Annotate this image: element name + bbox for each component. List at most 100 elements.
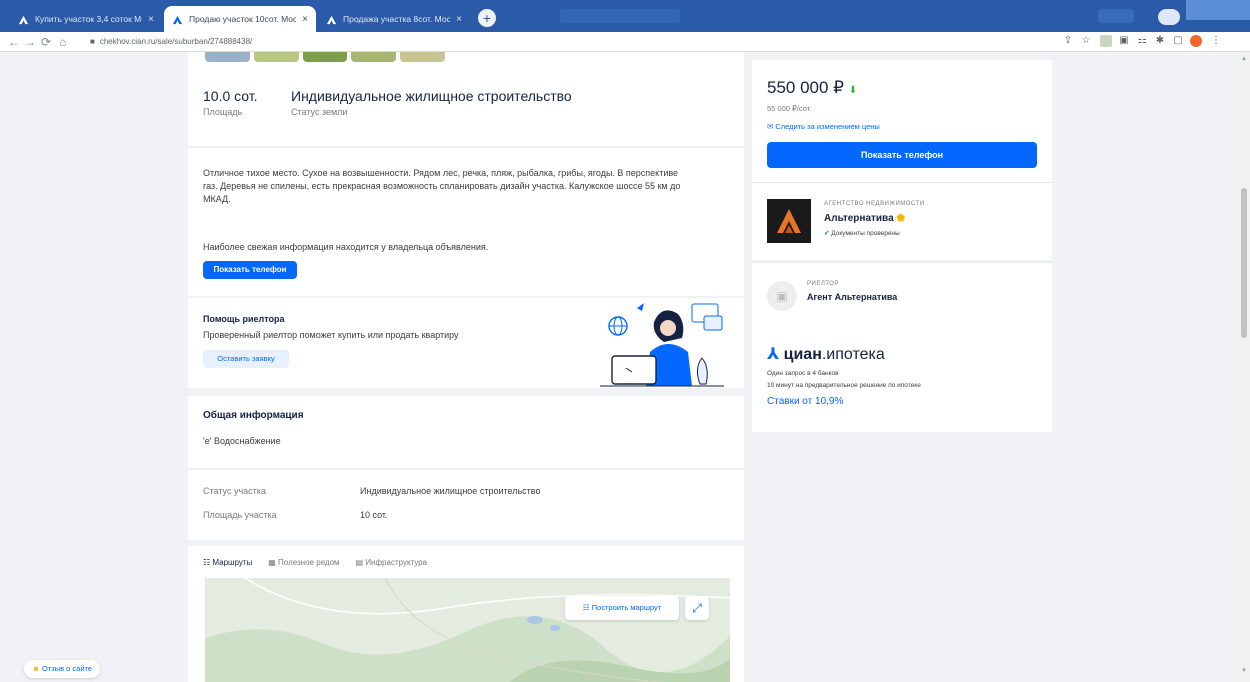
photo-thumbnail[interactable] xyxy=(400,52,445,62)
back-arrow-icon[interactable]: ← xyxy=(8,33,20,51)
realtor-card: ▣ РИЕЛТОР Агент Альтернатива xyxy=(752,262,1052,326)
land-area-param-value: 10 сот. xyxy=(360,510,388,520)
mortgage-rate-link[interactable]: Ставки от 10,9% xyxy=(767,396,843,407)
water-supply-label: Водоснабжение xyxy=(213,436,281,446)
extension-icon[interactable]: ⚏ xyxy=(1136,35,1148,47)
owner-info-text: Наиболее свежая информация находится у в… xyxy=(203,242,489,252)
watch-price-link[interactable]: ✉ Следить за изменением цены xyxy=(767,122,880,131)
extension-square-icon[interactable]: ▣ xyxy=(1118,35,1130,47)
show-phone-button[interactable]: Показать телефон xyxy=(203,261,297,279)
tab-infrastructure-label: Инфраструктура xyxy=(365,558,428,567)
photo-thumbnail[interactable] xyxy=(205,52,250,62)
url-text: chekhov.cian.ru/sale/suburban/274888438/ xyxy=(99,37,253,46)
tab-useful-nearby[interactable]: ▦ Полезное рядом xyxy=(268,558,339,567)
map-terrain xyxy=(205,578,730,682)
price-down-arrow-icon: ⬇ xyxy=(848,85,858,96)
smile-icon: ☻ xyxy=(32,664,42,673)
land-status-param-value: Индивидуальное жилищное строительство xyxy=(360,486,541,496)
photo-thumbnail[interactable] xyxy=(253,52,299,62)
realtor-avatar-icon: ▣ xyxy=(776,289,788,303)
build-route-button[interactable]: ☷ Построить маршрут xyxy=(565,596,679,620)
scroll-up-arrow-icon[interactable]: ▲ xyxy=(1241,56,1247,62)
land-area-param-label: Площадь участка xyxy=(203,510,277,520)
tab-search-button[interactable] xyxy=(1098,9,1134,23)
price-show-phone-button[interactable]: Показать телефон xyxy=(767,142,1037,168)
area-value: 10.0 сот. xyxy=(203,88,258,104)
feedback-button[interactable]: ☻ Отзыв о сайте xyxy=(24,660,101,678)
photo-thumbnail[interactable] xyxy=(302,52,348,62)
agency-name[interactable]: Альтернатива ⬟ xyxy=(824,213,905,224)
badge-shield-icon: ⬟ xyxy=(896,213,906,224)
close-icon[interactable]: × xyxy=(148,14,154,25)
cian-logo-icon: ⅄ xyxy=(767,346,780,363)
map-tabs: ☷ Маршруты ▦ Полезное рядом ▤ Инфраструк… xyxy=(203,558,427,567)
agency-card: АГЕНТСТВО НЕДВИЖИМОСТИ Альтернатива ⬟ ✔ … xyxy=(752,182,1052,260)
browser-tab-3[interactable]: Продажа участка 8сот. Москов × xyxy=(318,6,470,32)
realtor-help-text: Проверенный риелтор поможет купить или п… xyxy=(203,330,459,340)
window-controls[interactable] xyxy=(1186,0,1250,20)
cian-favicon-icon xyxy=(172,15,183,24)
profile-avatar-icon[interactable] xyxy=(1190,35,1202,47)
realtor-name[interactable]: Агент Альтернатива xyxy=(807,292,897,302)
cian-favicon-icon xyxy=(326,15,337,24)
water-supply-item: 'e' Водоснабжение xyxy=(203,436,281,446)
mortgage-line1: Один запрос в 4 банков xyxy=(767,370,839,377)
page-content: 10.0 сот. Площадь Индивидуальное жилищно… xyxy=(0,52,1238,682)
tab-routes[interactable]: ☷ Маршруты xyxy=(203,558,252,567)
realtor-illustration xyxy=(600,303,724,387)
scroll-down-arrow-icon[interactable]: ▼ xyxy=(1241,668,1247,674)
description-card: Отличное тихое место. Сухое на возвышенн… xyxy=(188,148,744,296)
realtor-role: РИЕЛТОР xyxy=(807,281,839,287)
building-icon: ▤ xyxy=(355,558,366,567)
browser-tab-title: Купить участок 3,4 соток Москов xyxy=(35,14,142,24)
mortgage-logo[interactable]: ⅄ циан.ипотека xyxy=(767,344,885,364)
browser-tab-bar: Купить участок 3,4 соток Москов × Продаю… xyxy=(0,0,1250,32)
mortgage-card: ⅄ циан.ипотека Один запрос в 4 банков 10… xyxy=(752,326,1052,432)
leave-request-button[interactable]: Оставить заявку xyxy=(203,350,289,368)
bookmark-star-icon[interactable]: ☆ xyxy=(1080,35,1092,47)
url-field[interactable]: ■ chekhov.cian.ru/sale/suburban/274888438… xyxy=(90,34,252,50)
general-info-title: Общая информация xyxy=(203,410,304,421)
photo-strip[interactable] xyxy=(205,52,445,62)
reload-icon[interactable]: ⟳ xyxy=(41,33,51,51)
mortgage-brand-suffix: .ипотека xyxy=(821,346,885,363)
close-icon[interactable]: × xyxy=(302,14,308,25)
route-icon: ☷ xyxy=(582,603,592,612)
general-info-card: Общая информация 'e' Водоснабжение xyxy=(188,396,744,468)
map-card: ☷ Маршруты ▦ Полезное рядом ▤ Инфраструк… xyxy=(188,546,744,682)
agency-logo[interactable] xyxy=(767,199,811,243)
mortgage-brand: циан xyxy=(783,346,822,363)
menu-dots-icon[interactable]: ⋮ xyxy=(1210,35,1222,47)
listing-summary-card: 10.0 сот. Площадь Индивидуальное жилищно… xyxy=(188,52,744,146)
photo-thumbnail[interactable] xyxy=(351,52,397,62)
forward-arrow-icon[interactable]: → xyxy=(24,33,36,51)
price-value: 550 000 ₽ ⬇ xyxy=(767,78,857,98)
profile-chip[interactable] xyxy=(1158,9,1180,25)
browser-tab-title: Продажа участка 8сот. Москов xyxy=(343,14,451,24)
browser-tab-2[interactable]: Продаю участок 10сот. Москов × xyxy=(164,6,316,32)
map-view[interactable]: ☷ Построить маршрут ⤢ xyxy=(205,578,730,682)
page-scrollbar[interactable]: ▲ ▼ xyxy=(1238,52,1250,682)
feedback-label: Отзыв о сайте xyxy=(41,664,93,673)
home-icon[interactable]: ⌂ xyxy=(59,33,66,51)
land-status-param-label: Статус участка xyxy=(203,486,266,496)
tab-routes-label: Маршруты xyxy=(212,558,253,567)
route-icon: ☷ xyxy=(203,558,213,567)
expand-map-icon[interactable]: ⤢ xyxy=(685,596,709,620)
share-icon[interactable]: ⇪ xyxy=(1062,35,1074,47)
cian-favicon-icon xyxy=(18,15,29,24)
extension-icon[interactable] xyxy=(1100,35,1112,47)
new-tab-button[interactable]: + xyxy=(478,9,496,27)
water-drop-icon: 'e' xyxy=(203,436,212,446)
browser-tab-1[interactable]: Купить участок 3,4 соток Москов × xyxy=(10,6,162,32)
scrollbar-thumb[interactable] xyxy=(1241,188,1247,338)
land-params-card: Статус участка Индивидуальное жилищное с… xyxy=(188,470,744,540)
close-icon[interactable]: × xyxy=(456,14,462,25)
verified-docs-label: Документы проверены xyxy=(831,230,900,237)
puzzle-icon[interactable]: ✱ xyxy=(1154,35,1166,47)
browser-tab-title: Продаю участок 10сот. Москов xyxy=(189,14,297,24)
land-status-value: Индивидуальное жилищное строительство xyxy=(291,88,572,104)
mortgage-line2: 10 минут на предварительное решение по и… xyxy=(767,382,921,389)
sidebar-icon[interactable]: ▢ xyxy=(1172,35,1184,47)
tab-infrastructure[interactable]: ▤ Инфраструктура xyxy=(356,558,428,567)
